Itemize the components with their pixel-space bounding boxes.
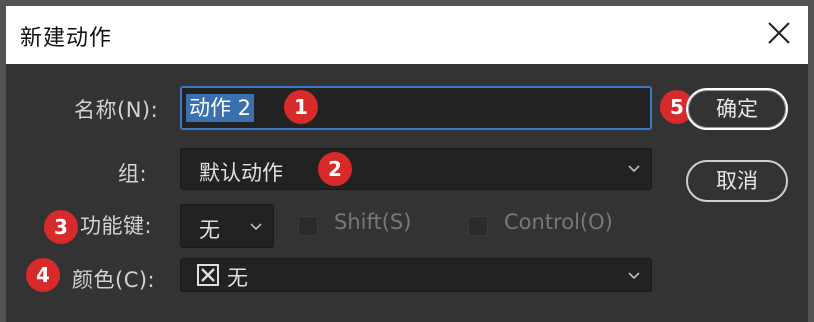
- no-color-swatch-icon: [197, 264, 219, 286]
- shift-checkbox[interactable]: [298, 216, 318, 236]
- cancel-button[interactable]: 取消: [686, 160, 788, 202]
- group-select[interactable]: 默认动作: [180, 148, 652, 190]
- close-icon[interactable]: [764, 18, 794, 48]
- color-select[interactable]: 无: [180, 258, 652, 292]
- color-select-value: 无: [227, 266, 248, 290]
- color-label: 颜色(C):: [72, 268, 156, 292]
- shift-label: Shift(S): [334, 210, 412, 234]
- control-checkbox[interactable]: [468, 216, 488, 236]
- control-label: Control(O): [504, 210, 613, 234]
- ok-button[interactable]: 确定: [686, 88, 788, 130]
- group-label: 组:: [118, 162, 148, 186]
- annotation-badge-3: 3: [44, 210, 78, 244]
- chevron-down-icon: [628, 165, 640, 173]
- name-input[interactable]: 动作 2: [180, 86, 652, 130]
- annotation-badge-2: 2: [318, 152, 352, 186]
- function-key-label: 功能键:: [80, 214, 153, 238]
- dialog-title: 新建动作: [20, 26, 113, 51]
- chevron-down-icon: [628, 272, 640, 280]
- annotation-badge-1: 1: [284, 90, 318, 124]
- chevron-down-icon: [250, 223, 262, 231]
- group-select-value: 默认动作: [199, 161, 283, 185]
- dialog-body: 名称(N): 动作 2 1 组: 默认动作 2 3 功能键: 无 Shift(S…: [6, 64, 808, 322]
- name-label: 名称(N):: [74, 98, 159, 122]
- dialog-titlebar: 新建动作: [6, 6, 808, 64]
- function-key-select-value: 无: [199, 218, 220, 242]
- annotation-badge-4: 4: [26, 258, 60, 292]
- name-input-value: 动作 2: [186, 94, 255, 122]
- function-key-select[interactable]: 无: [180, 204, 274, 248]
